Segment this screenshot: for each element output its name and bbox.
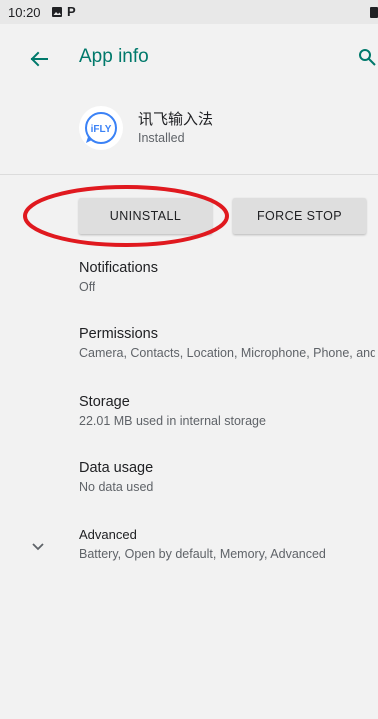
app-bar: App info [0, 24, 378, 90]
pref-summary: Battery, Open by default, Memory, Advanc… [79, 547, 326, 561]
chevron-down-icon [32, 543, 44, 551]
pref-notifications[interactable]: Notifications Off [0, 260, 378, 312]
pref-summary: Off [79, 280, 96, 294]
arrow-left-icon[interactable] [30, 50, 48, 68]
app-install-status: Installed [138, 131, 185, 145]
header-divider [0, 174, 378, 175]
app-name: 讯飞输入法 [138, 111, 214, 128]
search-icon[interactable] [358, 48, 376, 66]
pref-advanced[interactable]: Advanced Battery, Open by default, Memor… [0, 527, 378, 579]
pref-summary: No data used [79, 480, 154, 494]
ifly-logo-icon: iFLY [79, 106, 123, 150]
page-title: App info [79, 46, 149, 67]
pref-title: Storage [79, 394, 130, 410]
pref-summary: 22.01 MB used in internal storage [79, 414, 266, 428]
pref-title: Data usage [79, 460, 154, 476]
status-time: 10:20 [8, 5, 41, 20]
status-bar: 10:20 P [0, 0, 378, 24]
force-stop-button[interactable]: FORCE STOP [233, 198, 366, 234]
pref-storage[interactable]: Storage 22.01 MB used in internal storag… [0, 394, 378, 446]
pref-summary: Camera, Contacts, Location, Microphone, … [79, 346, 375, 360]
pref-permissions[interactable]: Permissions Camera, Contacts, Location, … [0, 326, 378, 378]
pref-title: Advanced [79, 527, 137, 542]
pref-title: Permissions [79, 326, 158, 342]
pref-data-usage[interactable]: Data usage No data used [0, 460, 378, 512]
battery-icon [370, 7, 378, 18]
p-icon: P [67, 4, 76, 19]
pref-title: Notifications [79, 260, 158, 276]
uninstall-button[interactable]: UNINSTALL [79, 198, 212, 234]
app-header: iFLY 讯飞输入法 Installed [0, 90, 378, 174]
image-icon [52, 7, 62, 17]
svg-text:iFLY: iFLY [91, 124, 112, 135]
